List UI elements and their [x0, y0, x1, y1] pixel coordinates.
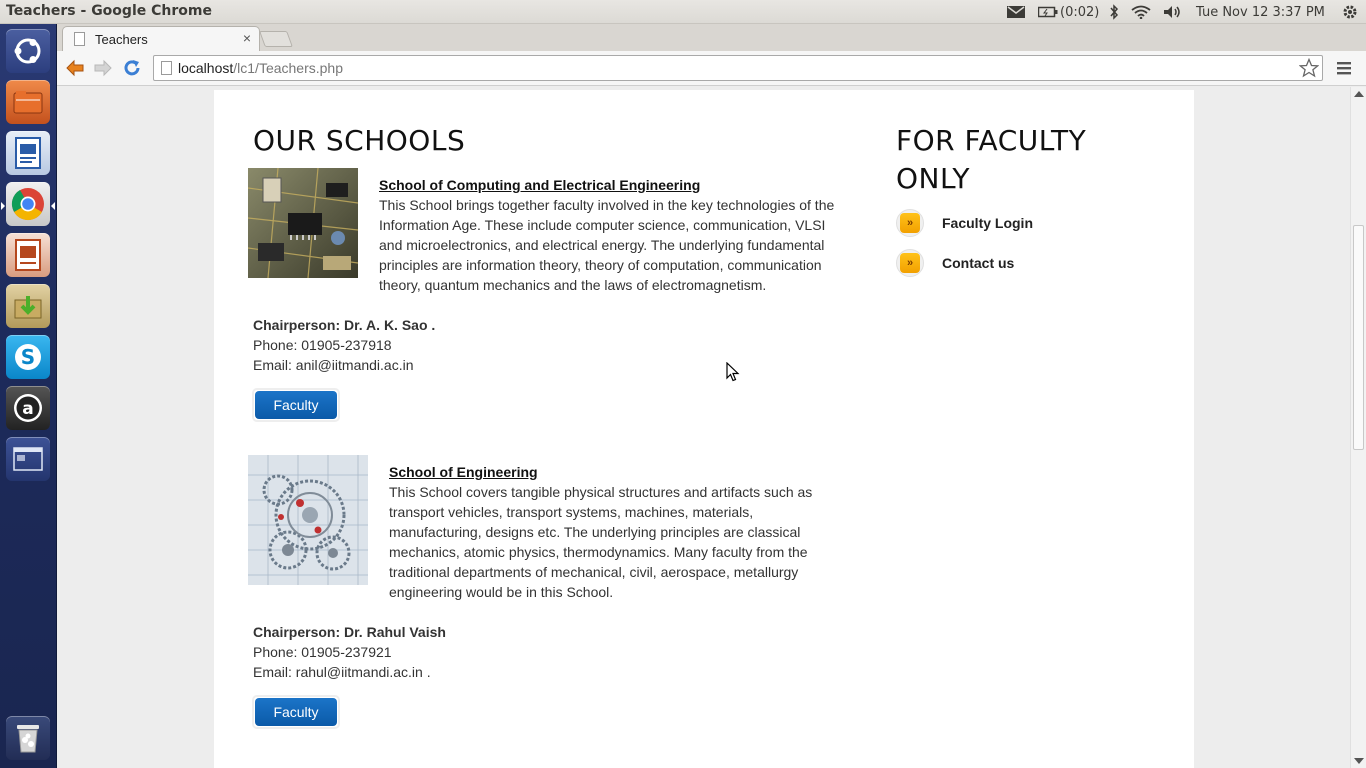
files-icon[interactable]	[6, 80, 50, 124]
school-2-chairperson: Chairperson: Dr. Rahul Vaish	[253, 624, 446, 640]
tab-teachers[interactable]: Teachers ×	[62, 26, 260, 52]
window-title: Teachers - Google Chrome	[6, 3, 212, 19]
svg-text:S: S	[21, 345, 35, 369]
scroll-up-icon[interactable]	[1354, 91, 1364, 97]
downloads-icon[interactable]	[6, 284, 50, 328]
running-indicator	[1, 202, 5, 210]
school-2-description: This School covers tangible physical str…	[389, 484, 813, 600]
gears-image	[248, 455, 368, 585]
circuit-board-image	[248, 168, 358, 278]
vertical-scrollbar[interactable]	[1350, 87, 1366, 768]
page-viewport[interactable]: OUR SCHOOLS School of Computing and Elec…	[57, 87, 1350, 768]
libreoffice-impress-icon[interactable]	[6, 233, 50, 277]
amazon-icon[interactable]: a	[6, 386, 50, 430]
reload-icon[interactable]	[120, 56, 144, 80]
school-1-title-link[interactable]: School of Computing and Electrical Engin…	[379, 177, 700, 193]
mouse-cursor-icon	[726, 361, 740, 387]
content-box: OUR SCHOOLS School of Computing and Elec…	[214, 90, 1194, 768]
new-tab-button[interactable]	[259, 31, 293, 47]
battery-icon[interactable]	[1038, 0, 1058, 24]
battery-time: (0:02)	[1060, 4, 1100, 20]
skype-icon[interactable]: S	[6, 335, 50, 379]
svg-text:a: a	[22, 399, 33, 419]
unity-launcher: S a	[0, 24, 57, 768]
forward-icon[interactable]	[91, 56, 115, 80]
address-bar[interactable]: localhost/lc1/Teachers.php	[153, 55, 1323, 81]
url-text[interactable]: localhost/lc1/Teachers.php	[178, 60, 343, 76]
school-2-faculty-button[interactable]: Faculty	[252, 695, 340, 729]
faculty-login-label: Faculty Login	[942, 215, 1033, 231]
trash-icon[interactable]	[6, 716, 50, 760]
focused-indicator	[51, 202, 55, 210]
tab-close-icon[interactable]: ×	[243, 30, 251, 46]
page-icon	[161, 61, 172, 75]
our-schools-heading: OUR SCHOOLS	[253, 124, 466, 157]
faculty-button-label: Faculty	[255, 698, 337, 726]
arrow-right-icon: »	[896, 209, 924, 237]
school-2-phone: Phone: 01905-237921	[253, 644, 392, 660]
workspace-switcher-icon[interactable]	[6, 437, 50, 481]
back-icon[interactable]	[63, 56, 87, 80]
bluetooth-icon[interactable]	[1107, 0, 1121, 24]
school-1-email: Email: anil@iitmandi.ac.in	[253, 357, 414, 373]
settings-gear-icon[interactable]	[1340, 0, 1360, 24]
contact-us-link[interactable]: » Contact us	[896, 249, 1014, 277]
scroll-down-icon[interactable]	[1354, 758, 1364, 764]
for-faculty-heading-line2: ONLY	[896, 162, 970, 195]
school-2-email: Email: rahul@iitmandi.ac.in .	[253, 664, 431, 680]
tab-title: Teachers	[95, 32, 148, 47]
school-1-chairperson: Chairperson: Dr. A. K. Sao .	[253, 317, 436, 333]
ubuntu-dash-icon[interactable]	[6, 29, 50, 73]
wifi-icon[interactable]	[1130, 0, 1152, 24]
school-1-description: This School brings together faculty invo…	[379, 197, 835, 293]
school-1-faculty-button[interactable]: Faculty	[252, 388, 340, 422]
libreoffice-writer-icon[interactable]	[6, 131, 50, 175]
scroll-thumb[interactable]	[1353, 225, 1364, 450]
url-path: /lc1/Teachers.php	[233, 60, 343, 76]
chrome-icon[interactable]	[6, 182, 50, 226]
chrome-menu-icon[interactable]	[1333, 58, 1355, 78]
volume-icon[interactable]	[1162, 0, 1184, 24]
url-host: localhost	[178, 60, 234, 76]
for-faculty-heading-line1: FOR FACULTY	[896, 124, 1087, 157]
clock[interactable]: Tue Nov 12 3:37 PM	[1196, 0, 1325, 24]
faculty-button-label: Faculty	[255, 391, 337, 419]
mail-icon[interactable]	[1006, 0, 1026, 24]
page-icon	[74, 32, 85, 46]
faculty-login-link[interactable]: » Faculty Login	[896, 209, 1033, 237]
arrow-right-icon: »	[896, 249, 924, 277]
school-1-phone: Phone: 01905-237918	[253, 337, 392, 353]
contact-us-label: Contact us	[942, 255, 1015, 271]
bookmark-star-icon[interactable]	[1298, 57, 1320, 83]
school-2-title-link[interactable]: School of Engineering	[389, 464, 538, 480]
top-panel: Teachers - Google Chrome (0:02) Tue Nov …	[0, 0, 1366, 24]
